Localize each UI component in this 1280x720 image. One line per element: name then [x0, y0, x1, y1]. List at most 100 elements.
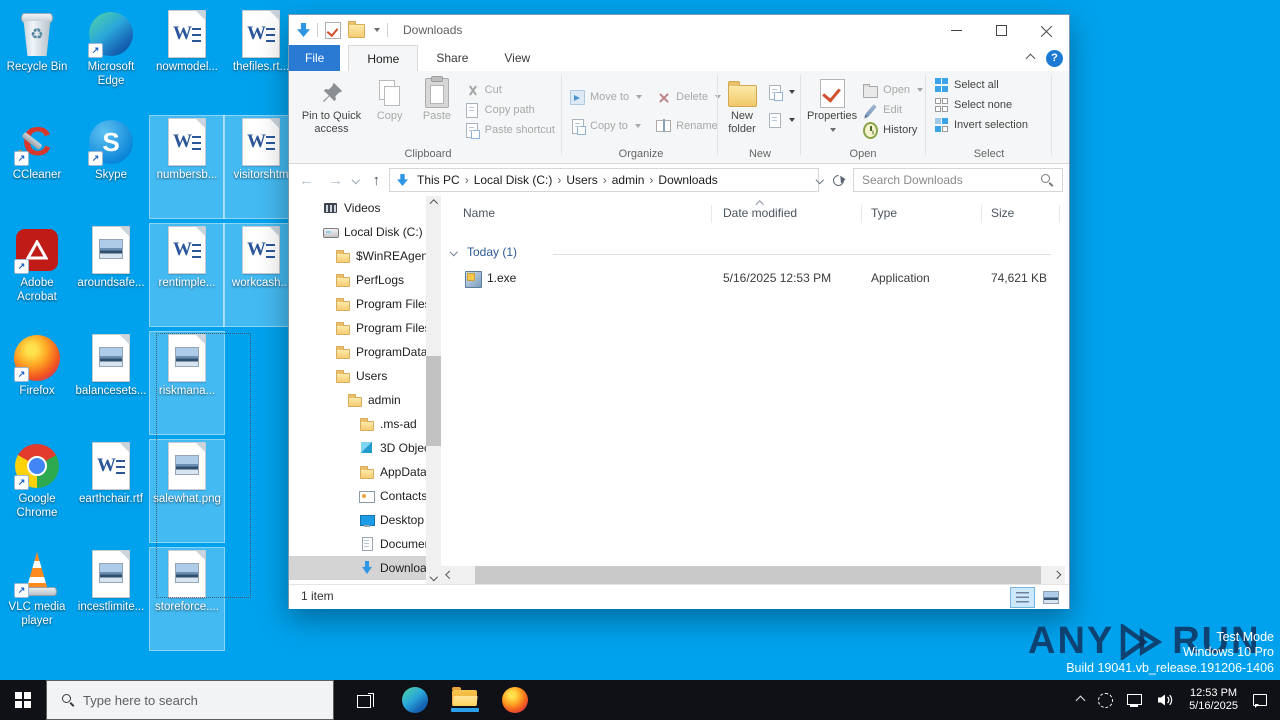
select-all-button[interactable]: Select all	[930, 75, 1048, 95]
breadcrumb-item-downloads[interactable]: Downloads	[656, 173, 719, 187]
scroll-left-icon[interactable]	[441, 566, 458, 584]
desktop-icon-firefox[interactable]: ↗ Firefox	[0, 332, 74, 434]
task-view-button[interactable]	[342, 680, 388, 720]
back-button[interactable]: ←	[299, 173, 314, 188]
new-item-button[interactable]	[763, 82, 799, 102]
breadcrumb-item-local-disk-c[interactable]: Local Disk (C:)	[472, 173, 555, 187]
minimize-button[interactable]	[934, 15, 979, 45]
group-header-today[interactable]: Today (1)	[441, 244, 1065, 264]
nav-item-appdata[interactable]: AppData	[289, 460, 426, 484]
nav-item-winreagent[interactable]: $WinREAgent	[289, 244, 426, 268]
volume-button[interactable]	[1150, 680, 1181, 720]
nav-item-desktop[interactable]: Desktop	[289, 508, 426, 532]
taskbar-clock[interactable]: 12:53 PM 5/16/2025	[1181, 687, 1246, 713]
nav-item-users[interactable]: Users	[289, 364, 426, 388]
scroll-up-icon[interactable]	[426, 196, 441, 211]
maximize-button[interactable]	[979, 15, 1024, 45]
column-header-type[interactable]: Type	[871, 206, 897, 220]
help-button[interactable]: ?	[1046, 49, 1063, 67]
taskbar-explorer-button[interactable]	[442, 680, 488, 720]
collapse-group-icon[interactable]	[449, 247, 458, 256]
paste-button[interactable]: Paste	[413, 76, 460, 140]
breadcrumb-item-users[interactable]: Users	[564, 173, 599, 187]
desktop-icon-skype[interactable]: S ↗ Skype	[74, 116, 148, 218]
rename-button[interactable]: Rename	[652, 116, 725, 136]
nav-item-programdata[interactable]: ProgramData	[289, 340, 426, 364]
nav-scrollbar[interactable]	[426, 196, 441, 584]
edit-button[interactable]: Edit	[859, 100, 927, 120]
address-box[interactable]: This PC › Local Disk (C:) › Users › admin › Down…	[389, 168, 819, 192]
nav-item-ms-ad[interactable]: .ms-ad	[289, 412, 426, 436]
horizontal-scrollbar[interactable]	[441, 566, 1065, 584]
history-button[interactable]: History	[859, 120, 927, 140]
nav-item-perflogs[interactable]: PerfLogs	[289, 268, 426, 292]
tray-expand-button[interactable]	[1070, 680, 1091, 720]
tab-view[interactable]: View	[486, 45, 548, 71]
taskbar-firefox-button[interactable]	[492, 680, 538, 720]
scroll-down-icon[interactable]	[426, 569, 441, 584]
cut-button[interactable]: Cut	[461, 80, 559, 100]
invert-selection-button[interactable]: Invert selection	[930, 115, 1048, 135]
desktop-icon-google-chrome[interactable]: ↗ Google Chrome	[0, 440, 74, 542]
nav-scrollbar-thumb[interactable]	[426, 356, 441, 446]
refresh-icon[interactable]	[830, 172, 846, 188]
copy-to-button[interactable]: Copy to	[566, 116, 646, 136]
desktop-icon-recycle-bin[interactable]: ♻ Recycle Bin	[0, 8, 74, 110]
nav-item-admin[interactable]: admin	[289, 388, 426, 412]
nav-item-local-disk-c[interactable]: Local Disk (C:)	[289, 220, 426, 244]
nav-item-videos[interactable]: Videos	[289, 196, 426, 220]
collapse-ribbon-icon[interactable]	[1025, 53, 1036, 63]
recent-locations-icon[interactable]	[351, 176, 360, 184]
desktop-icon-nowmodel[interactable]: Wnowmodel...	[150, 8, 224, 110]
nav-item-3d-objects[interactable]: 3D Objects	[289, 436, 426, 460]
desktop-icon-numbersb[interactable]: Wnumbersb...	[149, 115, 225, 219]
desktop-icon-workcash[interactable]: Wworkcash...	[223, 223, 299, 327]
action-center-button[interactable]	[1246, 680, 1280, 720]
nav-item-contacts[interactable]: Contacts	[289, 484, 426, 508]
desktop-icon-earthchair-rtf[interactable]: Wearthchair.rtf	[74, 440, 148, 542]
paste-shortcut-button[interactable]: Paste shortcut	[461, 120, 559, 140]
select-none-button[interactable]: Select none	[930, 95, 1048, 115]
network-button[interactable]	[1120, 680, 1150, 720]
horizontal-scrollbar-thumb[interactable]	[475, 566, 1041, 584]
desktop-icon-balancesets[interactable]: balancesets...	[74, 332, 148, 434]
properties-qat-icon[interactable]	[325, 21, 341, 39]
tab-file[interactable]: File	[289, 45, 341, 71]
move-to-button[interactable]: Move to	[566, 87, 646, 107]
new-folder-button[interactable]: New folder	[721, 76, 763, 136]
desktop-icon-salewhat-png[interactable]: salewhat.png	[149, 439, 225, 543]
taskbar-search-input[interactable]	[81, 691, 333, 709]
breadcrumb-item-this-pc[interactable]: This PC	[415, 173, 462, 187]
desktop-icon-storeforce[interactable]: storeforce....	[149, 547, 225, 651]
thumbnails-view-button[interactable]	[1038, 587, 1063, 608]
nav-item-program-files[interactable]: Program Files	[289, 292, 426, 316]
breadcrumb-item-admin[interactable]: admin	[610, 173, 647, 187]
properties-button[interactable]: Properties	[805, 76, 859, 140]
address-dropdown-icon[interactable]	[815, 176, 824, 184]
delete-button[interactable]: Delete	[652, 87, 725, 107]
tab-home[interactable]: Home	[348, 45, 419, 71]
start-button[interactable]	[0, 680, 46, 720]
file-row-1-exe[interactable]: 1.exe 5/16/2025 12:53 PM Application 74,621…	[441, 268, 1065, 290]
scroll-right-icon[interactable]	[1048, 566, 1065, 584]
new-folder-qat-icon[interactable]	[348, 21, 365, 38]
search-icon[interactable]	[1040, 173, 1054, 187]
pin-to-quick-access-button[interactable]: Pin to Quick access	[297, 76, 366, 140]
desktop-icon-incestlimite[interactable]: incestlimite...	[74, 548, 148, 650]
column-header-name[interactable]: Name	[463, 206, 495, 220]
copy-path-button[interactable]: Copy path	[461, 100, 559, 120]
desktop-icon-vlc-media-player[interactable]: ↗ VLC media player	[0, 548, 74, 650]
nav-item-documents[interactable]: Documents	[289, 532, 426, 556]
search-input[interactable]	[854, 173, 1040, 187]
desktop-icon-riskmana[interactable]: riskmana...	[149, 331, 225, 435]
easy-access-button[interactable]	[763, 110, 799, 130]
desktop-icon-microsoft-edge[interactable]: ↗ Microsoft Edge	[74, 8, 148, 110]
desktop-icon-aroundsafe[interactable]: aroundsafe...	[74, 224, 148, 326]
forward-button[interactable]: →	[328, 173, 343, 188]
details-view-button[interactable]	[1010, 587, 1035, 608]
qat-dropdown-icon[interactable]	[374, 28, 380, 32]
open-button[interactable]: Open	[859, 80, 927, 100]
taskbar-edge-button[interactable]	[392, 680, 438, 720]
nav-item-program-files[interactable]: Program Files	[289, 316, 426, 340]
tab-share[interactable]: Share	[418, 45, 486, 71]
